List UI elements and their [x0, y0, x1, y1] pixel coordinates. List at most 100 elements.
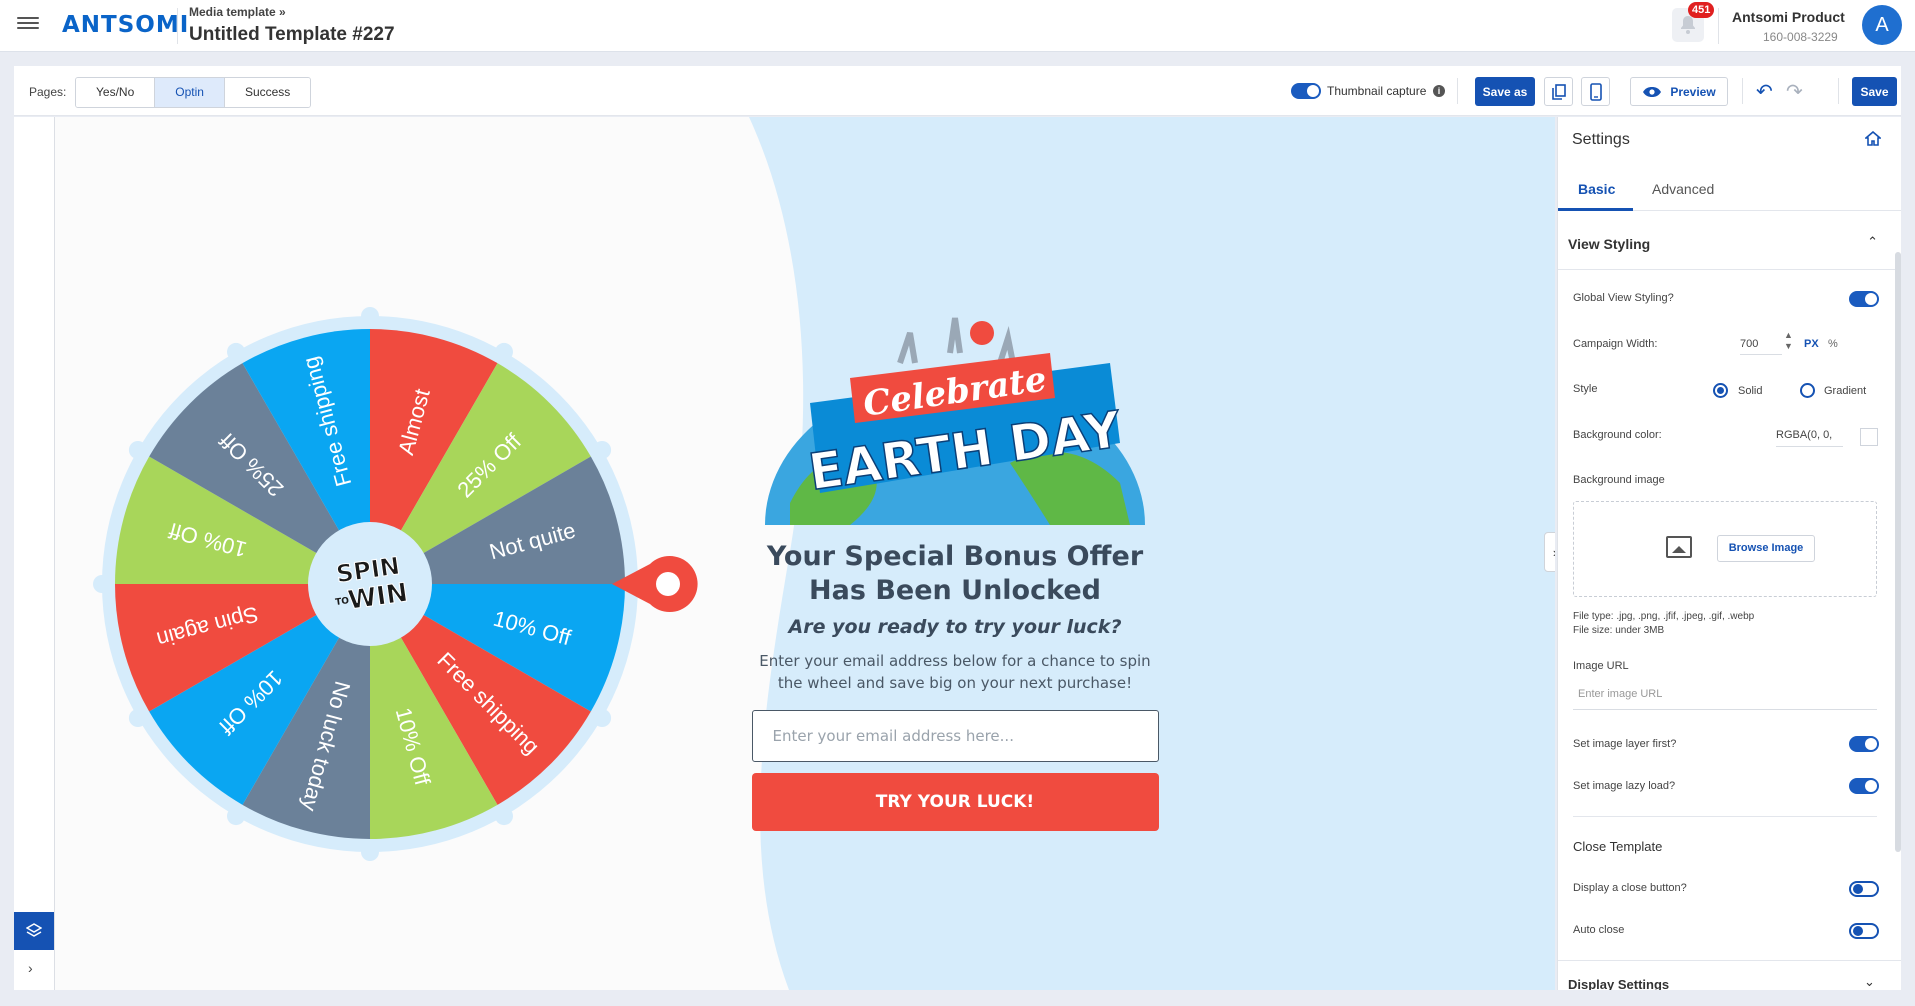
mobile-view-icon[interactable] [1581, 77, 1610, 106]
unit-px[interactable]: PX [1804, 338, 1819, 350]
divider [177, 8, 178, 44]
image-lazy-load-toggle[interactable] [1849, 778, 1879, 794]
expand-chevron-icon[interactable]: › [28, 960, 33, 976]
page-tabs: Yes/No Optin Success [75, 77, 312, 108]
image-url-label: Image URL [1573, 660, 1629, 672]
preview-label: Preview [1670, 84, 1716, 99]
left-tool-strip: › [14, 117, 55, 990]
stepper-icon[interactable]: ▲ ▼ [1784, 330, 1793, 352]
image-dropzone[interactable]: Browse Image [1573, 501, 1877, 597]
save-button[interactable]: Save [1852, 77, 1897, 106]
editor-toolbar: Pages: Yes/No Optin Success Thumbnail ca… [14, 66, 1901, 116]
divider [1457, 78, 1458, 104]
style-gradient-radio[interactable] [1800, 383, 1815, 398]
settings-title: Settings [1572, 131, 1630, 148]
hamburger-menu-icon[interactable] [17, 14, 39, 32]
file-size-note: File size: under 3MB [1573, 625, 1665, 636]
file-type-note: File type: .jpg, .png, .jfif, .jpeg, .gi… [1573, 611, 1755, 622]
style-gradient-label: Gradient [1824, 385, 1867, 397]
pages-label: Pages: [29, 85, 67, 99]
wheel-peg [227, 342, 245, 361]
global-view-styling-toggle[interactable] [1849, 291, 1879, 307]
chevron-up-icon[interactable]: ⌃ [1867, 234, 1878, 250]
tab-advanced[interactable]: Advanced [1652, 181, 1714, 197]
panel-collapse-chevron-icon[interactable]: › [1544, 532, 1555, 572]
notification-badge: 451 [1688, 2, 1715, 18]
offer-subheading: Are you ready to try your luck? [788, 616, 1122, 638]
wheel-peg [495, 342, 513, 361]
offer-body: Enter your email address below for a cha… [759, 652, 1151, 692]
settings-panel: Settings Basic Advanced View Styling ⌃ G… [1557, 117, 1901, 990]
account-name[interactable]: Antsomi Product [1732, 9, 1845, 25]
wheel-peg [593, 709, 612, 727]
chevron-down-icon[interactable]: ⌄ [1864, 974, 1875, 990]
unit-percent[interactable]: % [1828, 338, 1838, 350]
tab-optin[interactable]: Optin [155, 78, 225, 107]
email-input[interactable]: Enter your email address here... [751, 710, 1159, 762]
design-canvas[interactable]: › Almost 25% Off Not quite 10% Off Free ship… [14, 117, 1555, 990]
balloon-icon [970, 321, 994, 345]
wheel-peg [128, 709, 147, 727]
style-solid-label: Solid [1738, 385, 1763, 397]
divider [1742, 78, 1743, 104]
top-bar: ANTSOMI Media template » Untitled Templa… [0, 0, 1915, 52]
display-settings-section[interactable]: Display Settings [1568, 977, 1669, 990]
view-styling-section[interactable]: View Styling ⌃ [1558, 220, 1901, 270]
tab-indicator [1558, 208, 1633, 211]
thumbnail-capture-toggle[interactable] [1291, 83, 1321, 99]
account-id: 160-008-3229 [1763, 30, 1838, 44]
background-color-input[interactable]: RGBA(0, 0, [1776, 419, 1843, 447]
auto-close-label: Auto close [1573, 924, 1625, 936]
divider [1573, 816, 1877, 817]
style-solid-radio[interactable] [1713, 383, 1728, 398]
wheel-peg [495, 807, 513, 826]
style-label: Style [1573, 383, 1598, 395]
preview-button[interactable]: Preview [1630, 77, 1728, 106]
earth-day-illustration: Celebrate EARTH DAY [765, 317, 1145, 675]
tab-yes-no[interactable]: Yes/No [76, 78, 156, 107]
divider [1558, 960, 1901, 961]
close-template-label: Close Template [1573, 839, 1663, 854]
spin-wheel[interactable]: Almost25% OffNot quite10% OffFree shippi… [40, 254, 700, 914]
undo-icon[interactable]: ↶ [1756, 79, 1773, 104]
panel-scrollbar[interactable] [1895, 252, 1901, 852]
wheel-peg [361, 307, 379, 325]
auto-close-toggle[interactable] [1849, 923, 1879, 939]
avatar[interactable]: A [1862, 5, 1902, 45]
section-title: View Styling [1568, 236, 1651, 252]
wheel-peg [128, 441, 147, 459]
divider [1718, 8, 1719, 44]
home-icon[interactable] [1863, 130, 1883, 151]
wheel-peg [227, 807, 245, 826]
image-layer-first-label: Set image layer first? [1573, 738, 1677, 750]
tab-basic[interactable]: Basic [1578, 181, 1615, 197]
color-swatch[interactable] [1860, 428, 1878, 446]
image-layer-first-toggle[interactable] [1849, 736, 1879, 752]
try-your-luck-button[interactable]: TRY YOUR LUCK! [751, 773, 1159, 831]
wheel-peg [93, 575, 111, 593]
global-view-styling-label: Global View Styling? [1573, 292, 1674, 304]
campaign-width-label: Campaign Width: [1573, 338, 1658, 350]
campaign-width-input[interactable]: 700 [1740, 327, 1782, 355]
display-close-button-toggle[interactable] [1849, 881, 1879, 897]
settings-tabs: Basic Advanced [1558, 167, 1901, 211]
wheel-peg [593, 441, 612, 459]
antsomi-logo[interactable]: ANTSOMI [62, 12, 189, 38]
info-icon[interactable]: i [1433, 85, 1445, 97]
background-color-label: Background color: [1573, 429, 1662, 441]
divider [1838, 78, 1839, 104]
redo-icon[interactable]: ↷ [1786, 79, 1803, 104]
offer-heading: Your Special Bonus Offer Has Been Unlock… [766, 541, 1144, 606]
save-as-button[interactable]: Save as [1475, 77, 1535, 106]
breadcrumb[interactable]: Media template » [189, 5, 286, 19]
image-icon [1666, 536, 1692, 558]
wheel-peg [361, 843, 379, 861]
tab-success[interactable]: Success [224, 78, 311, 107]
browse-image-button[interactable]: Browse Image [1717, 535, 1815, 562]
thumbnail-capture-label: Thumbnail capture [1327, 84, 1427, 98]
duplicate-icon[interactable] [1544, 77, 1573, 106]
layers-icon[interactable] [14, 912, 54, 950]
template-title[interactable]: Untitled Template #227 [189, 24, 395, 46]
eye-icon [1643, 86, 1662, 97]
image-url-input[interactable]: Enter image URL [1573, 682, 1877, 710]
